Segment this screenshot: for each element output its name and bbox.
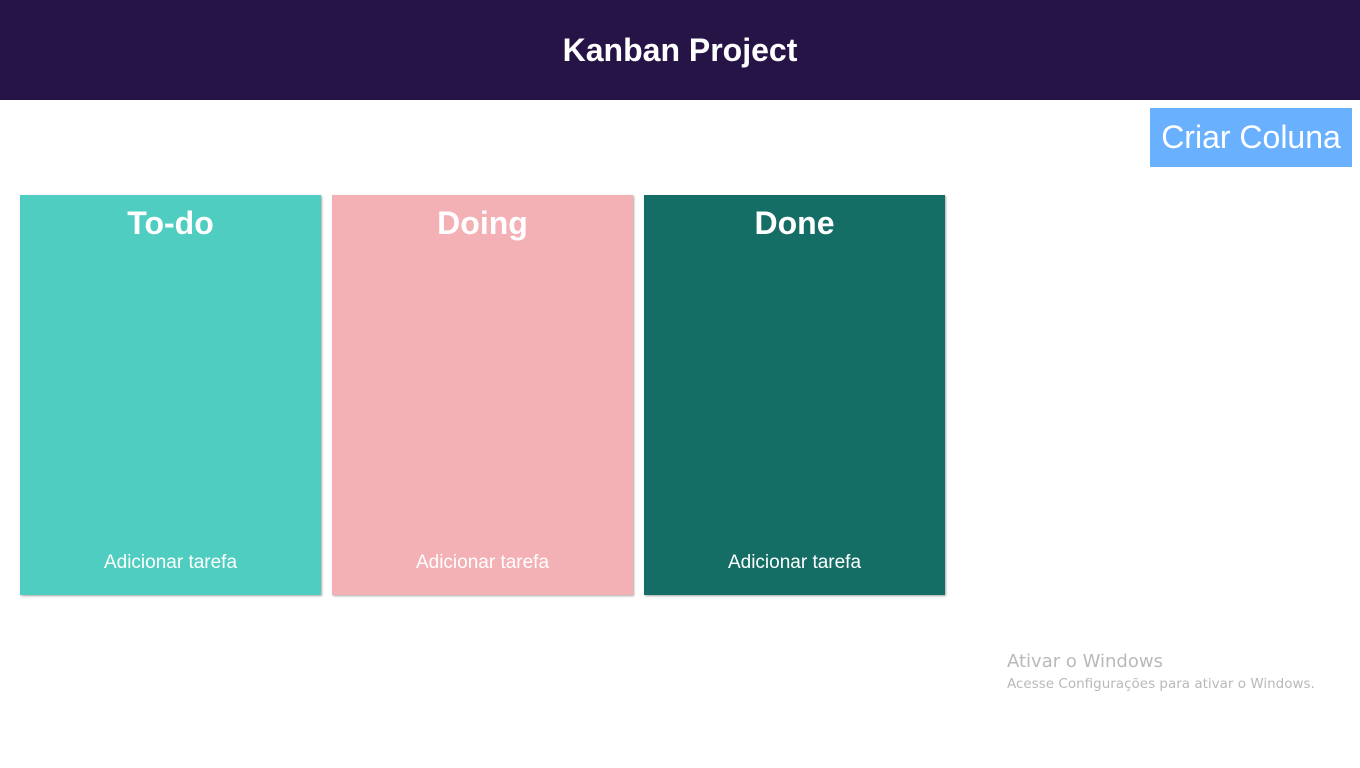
column-doing: Doing Adicionar tarefa [332,195,633,595]
create-column-button[interactable]: Criar Coluna [1150,108,1352,167]
windows-activation-watermark: Ativar o Windows Acesse Configurações pa… [1007,651,1315,694]
column-title: Doing [437,205,528,241]
add-task-button[interactable]: Adicionar tarefa [20,552,321,574]
column-title: Done [754,205,835,241]
page-title: Kanban Project [562,31,798,68]
column-todo: To-do Adicionar tarefa [20,195,321,595]
add-task-button[interactable]: Adicionar tarefa [644,552,945,574]
add-task-button[interactable]: Adicionar tarefa [332,552,633,574]
column-title: To-do [127,205,214,241]
kanban-board: To-do Adicionar tarefa Doing Adicionar t… [20,195,945,595]
column-done: Done Adicionar tarefa [644,195,945,595]
activation-title: Ativar o Windows [1007,651,1163,672]
activation-subtitle: Acesse Configurações para ativar o Windo… [1007,676,1315,692]
app-header: Kanban Project [0,0,1360,100]
